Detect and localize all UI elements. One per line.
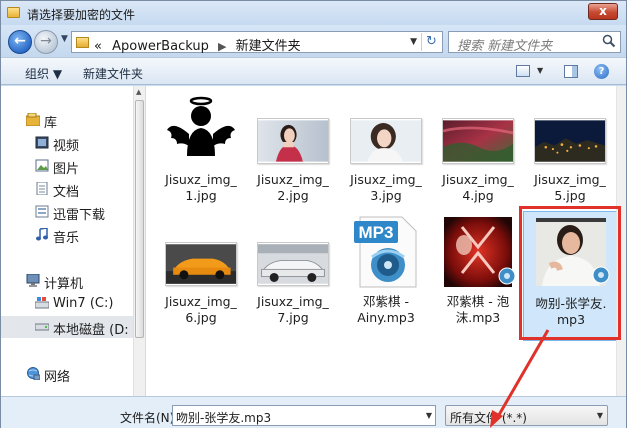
file-name: Jisuxz_img_ — [350, 172, 422, 187]
forward-button[interactable]: → — [34, 30, 58, 54]
nav-item-video[interactable]: 视频 — [1, 132, 133, 154]
file-item[interactable]: Jisuxz_img_ 7.jpg — [249, 216, 337, 344]
photo-thumbnail — [350, 118, 422, 164]
new-folder-button[interactable]: 新建文件夹 — [83, 65, 143, 82]
pictures-icon — [35, 159, 49, 172]
chevron-up-icon[interactable]: ▲ — [136, 88, 141, 96]
download-icon — [35, 205, 49, 218]
nav-item-drive-d[interactable]: 本地磁盘 (D: — [1, 316, 133, 338]
chevron-down-icon[interactable]: ▼ — [426, 411, 432, 420]
chevron-right-icon[interactable]: ▶ — [213, 40, 231, 53]
navigation-row: ← → ▼ « ApowerBackup ▶ 新建文件夹 ▼ ↻ 搜索 新建文件… — [1, 25, 626, 57]
breadcrumb-item-apowerbackup[interactable]: ApowerBackup — [112, 39, 209, 54]
filename-label: 文件名(N): — [120, 411, 179, 425]
filename-value: 吻别-张学友.mp3 — [176, 411, 272, 425]
refresh-button[interactable]: ↻ — [421, 33, 441, 51]
file-item[interactable]: Jisuxz_img_ 1.jpg — [157, 94, 245, 222]
music-icon — [36, 228, 48, 241]
annotation-highlight-box — [519, 206, 621, 340]
mp3-label: MP3 — [359, 223, 394, 242]
file-type-select[interactable]: 所有文件 (*.*) ▼ — [445, 405, 608, 426]
file-name: Jisuxz_img_ — [257, 294, 329, 309]
photo-thumbnail — [442, 118, 514, 164]
file-item[interactable]: Jisuxz_img_ 2.jpg — [249, 94, 337, 222]
file-name: 6.jpg — [185, 310, 217, 325]
file-item[interactable]: MP3 邓紫棋 - Ainy.mp3 — [342, 216, 430, 344]
file-item[interactable]: Jisuxz_img_ 5.jpg — [526, 94, 614, 222]
dialog-footer: 文件名(N): 吻别-张学友.mp3 ▼ 所有文件 (*.*) ▼ — [1, 396, 626, 428]
change-view-icon[interactable] — [516, 65, 530, 77]
breadcrumb-item-current[interactable]: 新建文件夹 — [236, 39, 301, 54]
photo-thumbnail — [257, 242, 329, 286]
nav-item-network[interactable]: 网络 — [1, 363, 133, 385]
folder-icon — [7, 7, 20, 18]
file-name: 5.jpg — [554, 188, 586, 203]
nav-item-pictures[interactable]: 图片 — [1, 155, 133, 177]
filename-field[interactable]: 吻别-张学友.mp3 ▼ — [172, 405, 436, 426]
file-name: 沫.mp3 — [455, 310, 501, 325]
help-icon[interactable]: ? — [594, 64, 609, 79]
file-name: Jisuxz_img_ — [442, 172, 514, 187]
navigation-pane: 库 视频 图片 文档 迅雷下载 音乐 计算机 Win7 (C:) 本地磁盘 (D… — [1, 86, 133, 396]
chevron-down-icon[interactable]: ▼ — [597, 411, 603, 420]
file-name: Jisuxz_img_ — [165, 172, 237, 187]
recent-locations-dropdown[interactable]: ▼ — [61, 34, 68, 44]
file-item[interactable]: Jisuxz_img_ 6.jpg — [157, 216, 245, 344]
photo-thumbnail — [165, 242, 237, 286]
library-icon — [26, 113, 40, 126]
file-name: Jisuxz_img_ — [534, 172, 606, 187]
file-type-value: 所有文件 (*.*) — [450, 411, 527, 425]
photo-thumbnail — [534, 118, 606, 164]
preview-pane-icon[interactable] — [564, 65, 578, 78]
nav-item-thunder-download[interactable]: 迅雷下载 — [1, 201, 133, 223]
angel-avatar-thumbnail — [165, 94, 237, 166]
command-bar: 组织 ▼ 新建文件夹 ▼ ? — [1, 57, 626, 85]
nav-item-library[interactable]: 库 — [1, 109, 133, 131]
back-button[interactable]: ← — [8, 30, 32, 54]
nav-item-computer[interactable]: 计算机 — [1, 270, 133, 292]
nav-item-drive-c[interactable]: Win7 (C:) — [1, 293, 133, 315]
file-name: 7.jpg — [277, 310, 309, 325]
search-placeholder: 搜索 新建文件夹 — [457, 39, 553, 54]
breadcrumb: « ApowerBackup ▶ 新建文件夹 — [94, 35, 301, 54]
video-icon — [35, 136, 49, 149]
folder-icon — [76, 37, 89, 48]
window-title: 请选择要加密的文件 — [27, 8, 136, 22]
drive-icon — [35, 297, 49, 309]
file-item[interactable]: Jisuxz_img_ 4.jpg — [434, 94, 522, 222]
search-icon[interactable] — [602, 34, 616, 48]
documents-icon — [36, 182, 48, 195]
nav-item-music[interactable]: 音乐 — [1, 224, 133, 246]
search-box[interactable]: 搜索 新建文件夹 — [448, 31, 621, 54]
view-options-dropdown[interactable]: ▼ — [537, 66, 543, 75]
file-name: 邓紫棋 - — [363, 294, 409, 309]
file-name: Ainy.mp3 — [357, 310, 415, 325]
photo-thumbnail — [257, 118, 329, 164]
file-item[interactable]: Jisuxz_img_ 3.jpg — [342, 94, 430, 222]
scrollbar-thumb[interactable] — [135, 100, 144, 338]
close-button[interactable]: x — [588, 3, 618, 20]
file-item[interactable]: 邓紫棋 - 泡沫.mp3 — [434, 216, 522, 344]
file-name: 3.jpg — [370, 188, 402, 203]
organize-menu[interactable]: 组织 ▼ — [25, 65, 62, 82]
file-name: Jisuxz_img_ — [257, 172, 329, 187]
address-bar[interactable]: « ApowerBackup ▶ 新建文件夹 ▼ ↻ — [71, 31, 443, 54]
title-bar: 请选择要加密的文件 x — [1, 1, 626, 25]
file-name: 2.jpg — [277, 188, 309, 203]
file-name: 邓紫棋 - 泡 — [446, 294, 510, 309]
nav-item-documents[interactable]: 文档 — [1, 178, 133, 200]
media-file-badge-icon — [498, 267, 516, 285]
file-name: Jisuxz_img_ — [165, 294, 237, 309]
breadcrumb-overflow[interactable]: « — [94, 39, 102, 54]
file-name: 1.jpg — [185, 188, 217, 203]
chevron-down-icon[interactable]: ▼ — [410, 37, 417, 47]
network-icon — [27, 367, 40, 380]
computer-icon — [26, 274, 40, 287]
file-name: 4.jpg — [462, 188, 494, 203]
drive-icon — [35, 323, 49, 331]
nav-pane-scrollbar[interactable]: ▲ — [133, 86, 145, 396]
mp3-file-icon: MP3 — [354, 216, 417, 288]
